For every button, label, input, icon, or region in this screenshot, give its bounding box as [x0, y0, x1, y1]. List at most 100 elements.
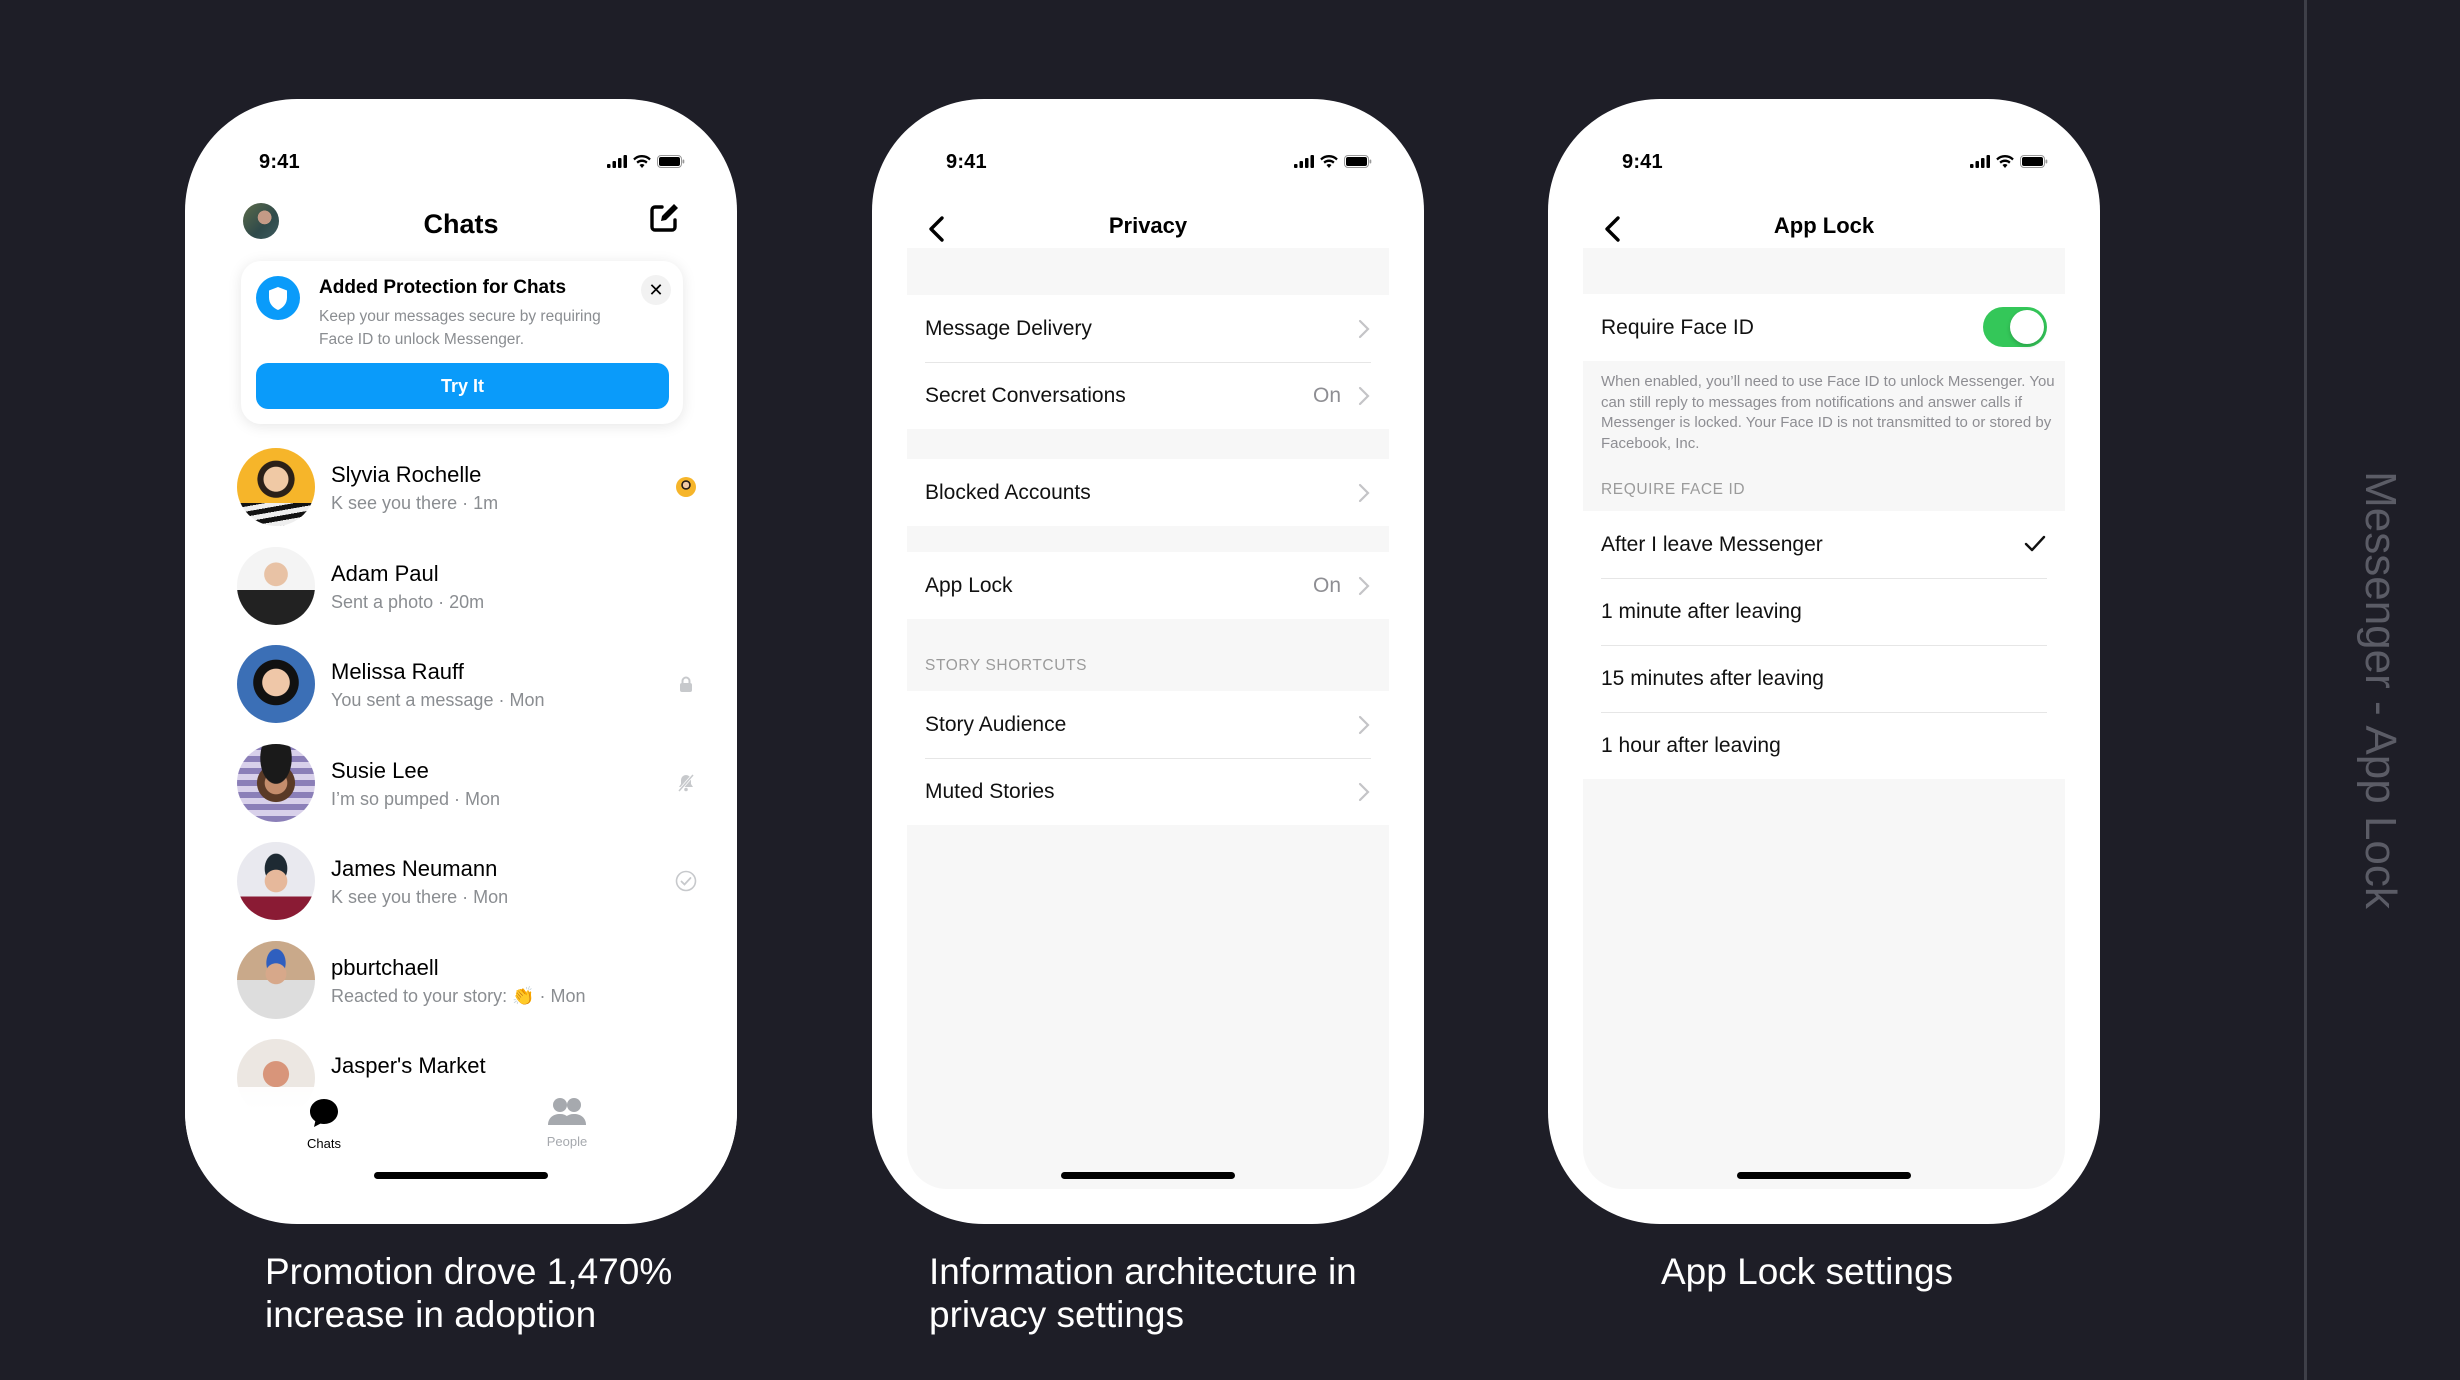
chat-bubble-icon: [310, 1099, 338, 1127]
lock-icon: [675, 673, 697, 695]
close-icon[interactable]: ✕: [641, 275, 671, 305]
section-header: REQUIRE FACE ID: [1601, 481, 1746, 498]
caption-privacy: Information architecture in privacy sett…: [929, 1251, 1357, 1335]
tab-bar: Chats People: [185, 1087, 737, 1167]
status-time: 9:41: [1622, 151, 1663, 173]
chat-name: James Neumann: [331, 856, 498, 881]
row-muted-stories[interactable]: Muted Stories: [907, 758, 1389, 825]
chat-preview: You sent a message · Mon: [331, 690, 545, 710]
phone-privacy-screen: 9:41 Privacy Message Delivery Secret Con…: [872, 99, 1424, 1224]
row-blocked-accounts[interactable]: Blocked Accounts: [907, 459, 1389, 526]
chat-name: Susie Lee: [331, 757, 429, 783]
status-time: 9:41: [946, 151, 987, 173]
chat-name: pburtchaell: [331, 954, 439, 980]
chat-row[interactable]: Adam Paul Sent a photo · 20m: [237, 546, 697, 646]
caption-chats: Promotion drove 1,470% increase in adopt…: [265, 1251, 673, 1335]
home-indicator: [1737, 1172, 1911, 1179]
chat-name: Melissa Rauff: [331, 659, 464, 684]
option-after-leave[interactable]: After I leave Messenger: [1583, 511, 2065, 578]
avatar: [237, 842, 315, 920]
chevron-right-icon: [1358, 483, 1370, 503]
chat-preview: Sent a photo · 20m: [331, 591, 485, 612]
wifi-icon: [1320, 155, 1338, 168]
compose-icon[interactable]: [647, 201, 681, 235]
avatar: [237, 546, 315, 625]
checkmark-icon: [2024, 535, 2046, 552]
muted-bell-icon: [675, 772, 697, 794]
option-1-hour[interactable]: 1 hour after leaving: [1583, 712, 2065, 779]
chat-row[interactable]: Melissa Rauff You sent a message · Mon: [237, 645, 697, 744]
chat-name: Slyvia Rochelle: [331, 462, 482, 487]
status-bar: 9:41: [1548, 151, 2100, 181]
side-title: Messenger - App Lock: [2356, 471, 2405, 909]
avatar: [237, 645, 315, 723]
caption-applock: App Lock settings: [1661, 1251, 1954, 1292]
row-secret-conversations[interactable]: Secret Conversations On: [907, 362, 1389, 429]
status-time: 9:41: [259, 151, 300, 173]
options-group: After I leave Messenger 1 minute after l…: [1583, 511, 2065, 779]
option-1-minute[interactable]: 1 minute after leaving: [1583, 578, 2065, 645]
row-message-delivery[interactable]: Message Delivery: [907, 295, 1389, 362]
promo-card: Added Protection for Chats Keep your mes…: [241, 261, 683, 424]
battery-icon: [2020, 155, 2048, 168]
vertical-divider: [2304, 0, 2307, 1380]
row-story-audience[interactable]: Story Audience: [907, 691, 1389, 758]
chat-preview: I’m so pumped · Mon: [331, 788, 501, 809]
phone-chats-screen: 9:41 Chats Added Protection for Chats Ke…: [185, 99, 737, 1224]
chat-name: Jasper's Market: [331, 1053, 486, 1078]
section-header: STORY SHORTCUTS: [925, 657, 1088, 674]
chat-row[interactable]: pburtchaell Reacted to your story: 👏 · M…: [237, 940, 697, 1040]
chevron-right-icon: [1358, 715, 1370, 735]
battery-icon: [1344, 155, 1372, 168]
chat-preview: Reacted to your story: 👏 · Mon: [331, 985, 586, 1006]
chat-row[interactable]: Susie Lee I’m so pumped · Mon: [237, 743, 697, 843]
wifi-icon: [1996, 155, 2014, 168]
chat-preview: K see you there · Mon: [331, 887, 509, 907]
people-icon: [548, 1098, 586, 1125]
signal-icon: [607, 155, 627, 168]
chat-name: Adam Paul: [331, 560, 439, 586]
chat-preview: K see you there · 1m: [331, 493, 499, 513]
seen-avatar-icon: [675, 476, 697, 498]
avatar: [237, 940, 315, 1019]
row-value: On: [1312, 383, 1341, 407]
footnote: When enabled, you’ll need to use Face ID…: [1601, 373, 2055, 452]
page-title: App Lock: [1773, 213, 1875, 238]
tab-people[interactable]: People: [507, 1097, 627, 1149]
settings-group: Blocked Accounts: [907, 459, 1389, 526]
delivered-check-icon: [675, 870, 697, 892]
chat-list: Slyvia Rochelle K see you there · 1m Ada…: [237, 448, 697, 1138]
wifi-icon: [633, 155, 651, 168]
settings-group: Message Delivery Secret Conversations On: [907, 295, 1389, 429]
home-indicator: [374, 1172, 548, 1179]
option-15-minutes[interactable]: 15 minutes after leaving: [1583, 645, 2065, 712]
settings-group: Story Audience Muted Stories: [907, 691, 1389, 825]
signal-icon: [1970, 155, 1990, 168]
status-bar: 9:41: [872, 151, 1424, 181]
home-indicator: [1061, 1172, 1235, 1179]
shield-icon: [256, 276, 300, 320]
row-app-lock[interactable]: App Lock On: [907, 552, 1389, 619]
promo-title: Added Protection for Chats: [319, 277, 567, 298]
require-face-id-toggle[interactable]: [1983, 307, 2047, 347]
chevron-right-icon: [1358, 319, 1370, 339]
signal-icon: [1294, 155, 1314, 168]
battery-icon: [657, 155, 685, 168]
status-bar: 9:41: [185, 151, 737, 181]
phone-applock-screen: 9:41 App Lock Require Face ID When enabl…: [1548, 99, 2100, 1224]
chevron-right-icon: [1358, 386, 1370, 406]
promo-body: Keep your messages secure by requiring F…: [319, 308, 601, 348]
try-it-button[interactable]: Try It: [256, 363, 669, 409]
chevron-right-icon: [1358, 576, 1370, 596]
row-value: On: [1312, 573, 1341, 597]
avatar: [237, 448, 315, 526]
settings-group: Require Face ID: [1583, 294, 2065, 361]
chat-row[interactable]: Slyvia Rochelle K see you there · 1m: [237, 448, 697, 547]
page-title: Privacy: [1108, 213, 1188, 238]
tab-chats[interactable]: Chats: [264, 1097, 384, 1151]
avatar: [237, 743, 315, 822]
chat-row[interactable]: James Neumann K see you there · Mon: [237, 842, 697, 941]
row-require-face-id: Require Face ID: [1583, 294, 2065, 361]
settings-group: App Lock On: [907, 552, 1389, 619]
chevron-right-icon: [1358, 782, 1370, 802]
